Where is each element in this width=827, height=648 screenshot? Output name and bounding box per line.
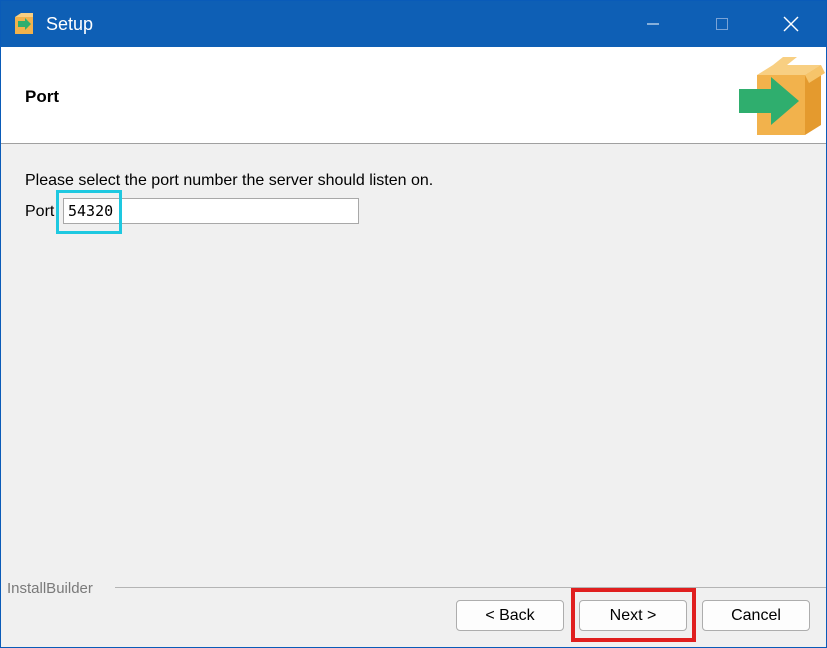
footer-divider bbox=[115, 587, 826, 588]
back-button[interactable]: < Back bbox=[456, 600, 564, 631]
close-icon bbox=[783, 16, 799, 32]
brand-label: InstallBuilder bbox=[7, 580, 93, 597]
title-bar[interactable]: Setup bbox=[1, 1, 826, 47]
window-title: Setup bbox=[46, 14, 94, 34]
port-prompt-text: Please select the port number the server… bbox=[25, 172, 434, 189]
maximize-icon bbox=[716, 18, 728, 30]
minimize-icon bbox=[647, 23, 659, 25]
maximize-button[interactable] bbox=[687, 1, 757, 47]
minimize-button[interactable] bbox=[618, 1, 688, 47]
close-button[interactable] bbox=[756, 1, 826, 47]
setup-window: Setup Port Please select the port number… bbox=[0, 0, 827, 648]
port-label: Port bbox=[25, 203, 55, 220]
page-title: Port bbox=[25, 87, 59, 106]
next-button[interactable]: Next > bbox=[579, 600, 687, 631]
cancel-button[interactable]: Cancel bbox=[702, 600, 810, 631]
port-input[interactable] bbox=[63, 198, 359, 224]
wizard-header: Port bbox=[1, 47, 826, 144]
app-icon bbox=[15, 13, 33, 34]
box-arrow-logo-icon bbox=[739, 57, 825, 135]
